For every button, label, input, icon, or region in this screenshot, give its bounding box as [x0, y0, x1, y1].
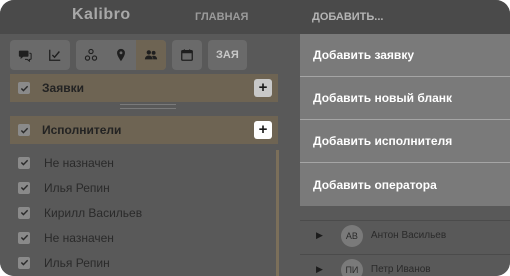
item-label: Илья Репин [44, 255, 110, 270]
item-checkbox[interactable] [18, 181, 30, 194]
list-item[interactable]: Не назначен [10, 225, 278, 250]
check-icon [20, 127, 28, 134]
item-checkbox[interactable] [18, 206, 30, 219]
app-logo[interactable]: Kalibro [72, 6, 131, 24]
chat-icon [18, 50, 32, 62]
list-item[interactable]: Илья Репин [10, 175, 278, 200]
menu-item-add-request[interactable]: Добавить заявку [300, 34, 510, 77]
section-requests-label: Заявки [42, 81, 84, 95]
section-requests[interactable]: Заявки + [10, 74, 278, 102]
executors-checkbox[interactable] [18, 124, 30, 136]
check-icon [20, 159, 28, 166]
app-window: Kalibro ГЛАВНАЯ ДОБАВИТЬ... ЗАЯ Заявки +… [0, 0, 510, 276]
menu-item-add-form[interactable]: Добавить новый бланк [300, 77, 510, 120]
toolbar-group-2 [76, 40, 166, 70]
table-row[interactable]: ▶ ПИ Петр Иванов [300, 254, 510, 276]
map-pin-icon [117, 48, 125, 62]
users-button[interactable] [136, 40, 166, 70]
avatar: ПИ [340, 258, 363, 276]
menu-item-add-executor[interactable]: Добавить исполнителя [300, 120, 510, 163]
person-name: Антон Васильев [370, 230, 447, 241]
check-icon [20, 209, 28, 216]
item-label: Не назначен [44, 155, 114, 170]
executors-list: Не назначен Илья Репин Кирилл Васильев Н… [10, 150, 278, 275]
item-label: Илья Репин [44, 180, 110, 195]
check-icon [20, 234, 28, 241]
add-request-button[interactable]: + [254, 79, 272, 97]
top-header: Kalibro ГЛАВНАЯ ДОБАВИТЬ... [0, 0, 510, 34]
list-item[interactable]: Не назначен [10, 150, 278, 175]
check-icon [20, 85, 28, 92]
add-executor-button[interactable]: + [254, 121, 272, 139]
left-panel: ЗАЯ Заявки + Исполнители + Не назначен И… [0, 34, 300, 276]
item-checkbox[interactable] [18, 231, 30, 244]
checklist-icon [49, 49, 61, 61]
network-icon [84, 48, 98, 61]
chat-button[interactable] [10, 40, 40, 70]
expand-icon[interactable]: ▶ [316, 264, 323, 275]
item-label: Не назначен [44, 230, 114, 245]
toolbar-group-3 [172, 40, 202, 70]
calendar-icon [181, 49, 193, 61]
toolbar-group-1 [10, 40, 70, 70]
requests-view-button[interactable]: ЗАЯ [208, 40, 247, 70]
check-icon [20, 184, 28, 191]
calendar-button[interactable] [172, 40, 202, 70]
view-toolbar: ЗАЯ [10, 40, 247, 70]
list-item[interactable]: Кирилл Васильев [10, 200, 278, 225]
section-executors-label: Исполнители [42, 123, 122, 137]
network-button[interactable] [76, 40, 106, 70]
person-name: Петр Иванов [370, 264, 431, 275]
resize-handle[interactable] [120, 104, 176, 109]
table-row[interactable]: ▶ АВ Антон Васильев [300, 220, 510, 250]
list-item[interactable]: Илья Репин [10, 250, 278, 275]
expand-icon[interactable]: ▶ [316, 230, 323, 241]
nav-add-menu[interactable]: ДОБАВИТЬ... [312, 11, 383, 23]
menu-item-add-operator[interactable]: Добавить оператора [300, 163, 510, 206]
item-checkbox[interactable] [18, 156, 30, 169]
check-icon [20, 259, 28, 266]
list-scrollbar[interactable] [276, 150, 279, 276]
item-checkbox[interactable] [18, 256, 30, 269]
requests-checkbox[interactable] [18, 82, 30, 94]
map-button[interactable] [106, 40, 136, 70]
checklist-button[interactable] [40, 40, 70, 70]
add-dropdown-menu: Добавить заявку Добавить новый бланк Доб… [300, 34, 510, 206]
section-executors[interactable]: Исполнители + [10, 116, 278, 144]
avatar: АВ [340, 224, 363, 247]
item-label: Кирилл Васильев [44, 205, 143, 220]
users-icon [144, 50, 158, 60]
nav-home[interactable]: ГЛАВНАЯ [195, 11, 248, 23]
